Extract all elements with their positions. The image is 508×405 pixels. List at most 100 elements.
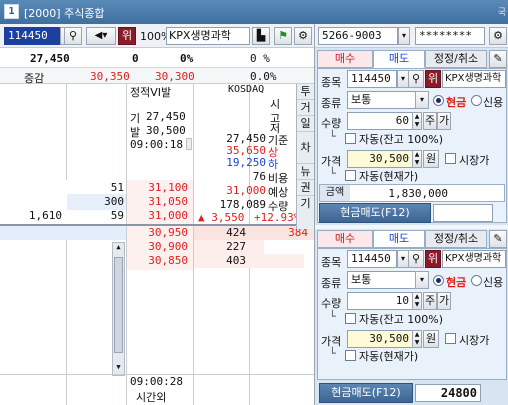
amount-box: 금액 1,830,000: [319, 184, 505, 202]
account-dropdown[interactable]: ▾: [398, 27, 410, 45]
ask-price-1[interactable]: 31,050: [126, 195, 188, 208]
cash-radio-2[interactable]: [433, 275, 444, 286]
sell-extra-input-bottom[interactable]: 24800: [415, 384, 481, 402]
sell-tab-2[interactable]: 매도: [373, 230, 425, 248]
auto-price-label-2: 자동(현재가): [359, 350, 419, 363]
stock-name-field[interactable]: KPX생명과학: [166, 27, 250, 45]
side-tab-1[interactable]: 거: [297, 100, 314, 116]
modify-tab-2[interactable]: 정정/취소: [425, 230, 487, 248]
qty-stepper-2[interactable]: ▲ ▼: [412, 292, 422, 310]
auto-price-label: 자동(현재가): [359, 170, 419, 183]
order-warning-badge-2: 위: [425, 250, 441, 268]
warning-badge: 위: [118, 27, 136, 45]
qty-unit-button[interactable]: 주: [423, 112, 437, 130]
order-stock-name: KPX생명과학: [442, 70, 506, 88]
side-tab-bar: 투 거 일 차 뉴 권 기: [296, 84, 314, 229]
stock-code-input[interactable]: 114450: [4, 27, 60, 45]
summary-area: 27,450 0 0% 0 % 증감 30,350 30,300 0.0%: [0, 48, 314, 85]
ask-price-0[interactable]: 31,100: [126, 181, 188, 194]
bid-qty-2: 403: [226, 254, 246, 267]
order-type-dropdown-2[interactable]: ▾: [415, 271, 429, 289]
settings-gear-icon[interactable]: ⚙: [489, 27, 507, 45]
bid-price-2[interactable]: 30,850: [126, 254, 188, 267]
bid-price-0[interactable]: 30,950: [126, 226, 188, 239]
side-tab-6[interactable]: 기: [297, 196, 314, 212]
order-price-input[interactable]: 30,500: [347, 150, 413, 168]
ask-qty-2: 59: [110, 209, 124, 222]
market-label: KOSDAQ: [228, 84, 265, 95]
ask-left-2: 1,610: [28, 209, 62, 222]
cost-ratio: 76: [252, 170, 266, 183]
search-icon[interactable]: ⚲: [64, 27, 82, 45]
auto-qty-checkbox-2[interactable]: [345, 313, 356, 324]
auto-price-checkbox-2[interactable]: [345, 350, 356, 361]
sell-button-top[interactable]: 현금매도(F12): [319, 203, 431, 223]
sell-button-bottom[interactable]: 현금매도(F12): [319, 383, 413, 403]
side-tab-0[interactable]: 투: [297, 84, 314, 100]
market-price-checkbox[interactable]: [445, 153, 456, 164]
qty-unit-button-2[interactable]: 주: [423, 292, 437, 310]
type-label-2: 종류: [321, 277, 342, 290]
sound-icon[interactable]: ◀▾: [86, 27, 116, 45]
cash-label: 현금: [446, 96, 467, 109]
title-bar: 1 [2000] 주식종합 국: [0, 0, 508, 24]
link-icon[interactable]: ▙: [252, 27, 270, 45]
qty-stepper[interactable]: ▲ ▼: [412, 112, 422, 130]
order-code-input-2[interactable]: 114450: [347, 250, 397, 268]
bid-qty-1: 227: [226, 240, 246, 253]
order-search-icon-2[interactable]: ⚲: [408, 250, 424, 268]
flag-icon[interactable]: ⚑: [274, 27, 292, 45]
account-number[interactable]: 5266-9003: [318, 27, 398, 45]
order-qty-input-2[interactable]: 10: [347, 292, 413, 310]
price-unit-button[interactable]: 원: [423, 150, 439, 168]
side-tab-2[interactable]: 일: [297, 116, 314, 132]
price-stepper-2[interactable]: ▲ ▼: [412, 330, 422, 348]
order-stock-name-2: KPX생명과학: [442, 250, 506, 268]
price-stepper[interactable]: ▲ ▼: [412, 150, 422, 168]
order-search-icon[interactable]: ⚲: [408, 70, 424, 88]
order-panel-bottom: 매수 매도 정정/취소 ✎ 종목 114450 ▾ ⚲ 위 KPX생명과학 종류…: [314, 225, 508, 405]
code-label: 종목: [321, 76, 342, 89]
sell-tab[interactable]: 매도: [373, 50, 425, 68]
sell-extra-input-top[interactable]: [433, 204, 493, 222]
window-corner: 국: [497, 8, 506, 18]
credit-label: 신용: [483, 96, 504, 109]
market-price-label-2: 시장가: [459, 334, 490, 347]
credit-label-2: 신용: [483, 276, 504, 289]
code-label-2: 종목: [321, 256, 342, 269]
buy-tab-2[interactable]: 매수: [317, 230, 373, 248]
vi-line2-value: 30,500: [146, 124, 186, 137]
cash-radio[interactable]: [433, 95, 444, 106]
modify-tab[interactable]: 정정/취소: [425, 50, 487, 68]
auto-price-checkbox[interactable]: [345, 170, 356, 181]
type-label: 종류: [321, 97, 342, 110]
edit-icon-2[interactable]: ✎: [489, 230, 507, 248]
expected-change: ▲ 3,550: [198, 211, 245, 224]
credit-radio-2[interactable]: [471, 275, 482, 286]
qty-price-button-2[interactable]: 가: [437, 292, 451, 310]
edit-icon[interactable]: ✎: [489, 50, 507, 68]
order-scrollbar[interactable]: ▲ ▼: [112, 242, 125, 376]
side-tab-3[interactable]: 차: [297, 132, 314, 164]
order-type-dropdown[interactable]: ▾: [415, 91, 429, 109]
order-qty-input[interactable]: 60: [347, 112, 413, 130]
credit-radio[interactable]: [471, 95, 482, 106]
price-rate: 0%: [180, 52, 194, 65]
ask-price-2[interactable]: 31,000: [126, 209, 188, 222]
price-unit-button-2[interactable]: 원: [423, 330, 439, 348]
order-price-input-2[interactable]: 30,500: [347, 330, 413, 348]
vi-scroll[interactable]: [186, 138, 192, 150]
market-price-checkbox-2[interactable]: [445, 333, 456, 344]
bid-price-1[interactable]: 30,900: [126, 240, 188, 253]
expected-qty: 178,089: [219, 198, 266, 211]
order-panel-top: 매수 매도 정정/취소 ✎ 종목 114450 ▾ ⚲ 위 KPX생명과학 종류…: [314, 48, 508, 225]
amount-value: 1,830,000: [388, 187, 448, 200]
buy-tab[interactable]: 매수: [317, 50, 373, 68]
password-input[interactable]: ********: [415, 27, 485, 45]
side-tab-4[interactable]: 뉴: [297, 164, 314, 180]
gear-icon[interactable]: ⚙: [294, 27, 312, 45]
auto-qty-checkbox[interactable]: [345, 133, 356, 144]
qty-price-button[interactable]: 가: [437, 112, 451, 130]
side-tab-5[interactable]: 권: [297, 180, 314, 196]
order-code-input[interactable]: 114450: [347, 70, 397, 88]
